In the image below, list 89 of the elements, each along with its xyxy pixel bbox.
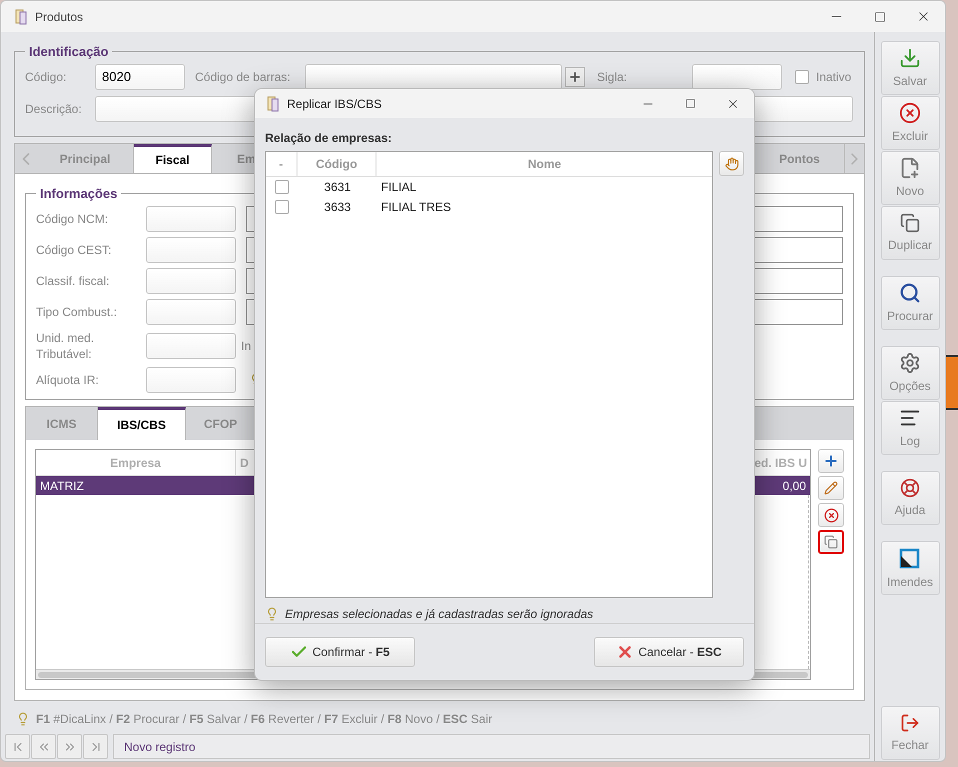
field-label: Código: bbox=[25, 68, 68, 86]
grid-action-button[interactable] bbox=[818, 530, 844, 554]
lifebuoy-icon bbox=[900, 478, 920, 498]
navigation-button[interactable] bbox=[5, 734, 30, 759]
field-label: Código de barras: bbox=[195, 68, 292, 86]
exit-icon bbox=[900, 712, 920, 732]
close-window-button[interactable]: Fechar bbox=[880, 706, 940, 760]
sigla-field[interactable] bbox=[692, 64, 782, 90]
document-icon bbox=[15, 8, 27, 24]
barcode-field[interactable] bbox=[305, 64, 562, 90]
field-label: Sigla: bbox=[597, 68, 628, 86]
toolbar-button[interactable]: Salvar bbox=[880, 41, 940, 95]
grid-action-button[interactable] bbox=[818, 476, 844, 500]
dialog-title: Replicar IBS/CBS bbox=[287, 96, 382, 113]
column-header: - bbox=[266, 152, 298, 176]
toolbar-button[interactable]: Excluir bbox=[880, 96, 940, 150]
checkbox[interactable] bbox=[275, 180, 289, 194]
text-field[interactable] bbox=[146, 366, 236, 392]
field-label: Alíquota IR: bbox=[36, 372, 100, 388]
window-title: Produtos bbox=[35, 8, 84, 26]
table-cell-text: FILIAL bbox=[380, 179, 418, 196]
plus-icon bbox=[568, 70, 582, 84]
group-title: Identificação bbox=[28, 43, 110, 61]
status-field: Novo registro bbox=[113, 734, 870, 759]
toolbar-button[interactable]: Ajuda bbox=[880, 471, 940, 525]
toolbar-button[interactable]: Duplicar bbox=[880, 206, 940, 260]
list-label: Relação de empresas: bbox=[265, 130, 393, 148]
toolbar-button[interactable]: Novo bbox=[880, 151, 940, 205]
add-button[interactable] bbox=[565, 66, 585, 86]
new-document-icon bbox=[899, 156, 921, 178]
checkbox[interactable] bbox=[795, 70, 809, 84]
toolbar-button[interactable]: Imendes bbox=[880, 541, 940, 595]
field-label: In bbox=[241, 338, 252, 354]
copy-icon bbox=[900, 212, 920, 232]
grid-action-button[interactable] bbox=[818, 503, 844, 527]
toolbar-button[interactable]: Procurar bbox=[880, 276, 940, 330]
table-cell-text: 3631 bbox=[323, 179, 352, 196]
column-header: Empresa bbox=[36, 450, 236, 475]
text-field[interactable] bbox=[146, 236, 236, 262]
search-icon bbox=[899, 282, 921, 304]
text-field[interactable] bbox=[146, 298, 236, 324]
group-title: Informações bbox=[39, 185, 118, 203]
table-cell-text: 0,00 bbox=[782, 478, 807, 494]
toolbar-button[interactable]: Log bbox=[880, 401, 940, 455]
table-cell-text: MATRIZ bbox=[39, 478, 84, 494]
field-label: Descrição: bbox=[25, 100, 83, 118]
field-label: Unid. med. Tributável: bbox=[36, 330, 96, 362]
text-field[interactable] bbox=[146, 206, 236, 232]
download-icon bbox=[899, 46, 921, 68]
shortcut-hint: F1 #DicaLinx / F2 Procurar / F5 Salvar / F6 Reverter / F7 Excluir / F8 Novo / ESC Sair bbox=[36, 711, 492, 728]
column-header: Nome bbox=[526, 156, 562, 174]
pencil-icon bbox=[824, 481, 838, 495]
column-header: D bbox=[239, 454, 250, 472]
lightbulb-icon bbox=[265, 607, 279, 622]
checkbox[interactable] bbox=[275, 200, 289, 214]
code-field[interactable]: 8020 bbox=[95, 64, 185, 90]
text-field[interactable] bbox=[146, 268, 236, 294]
tab[interactable]: Fiscal bbox=[134, 144, 212, 173]
hand-icon bbox=[724, 156, 739, 171]
field-label: Tipo Combust.: bbox=[36, 304, 118, 320]
delete-icon bbox=[824, 508, 838, 522]
navigation-button[interactable] bbox=[57, 734, 82, 759]
navigation-button[interactable] bbox=[31, 734, 56, 759]
confirm-button[interactable]: Confirmar - F5 bbox=[265, 637, 415, 668]
column-header: ed. IBS U bbox=[753, 454, 808, 472]
tab[interactable]: IBS/CBS bbox=[98, 407, 186, 440]
document-icon bbox=[267, 96, 279, 112]
delete-icon bbox=[899, 102, 921, 124]
field-label: Código NCM: bbox=[36, 210, 110, 226]
column-header: Código bbox=[298, 152, 377, 176]
field-label: Código CEST: bbox=[36, 242, 112, 258]
lightbulb-icon bbox=[16, 712, 30, 726]
maximize-icon[interactable] bbox=[685, 98, 696, 110]
background-window-edge bbox=[946, 355, 958, 410]
navigation-button[interactable] bbox=[83, 734, 108, 759]
maximize-icon[interactable] bbox=[874, 10, 886, 22]
hint-text: Empresas selecionadas e já cadastradas serão ignoradas bbox=[285, 606, 594, 624]
text-field[interactable] bbox=[146, 332, 236, 358]
copy-icon bbox=[824, 535, 838, 549]
toolbar-button[interactable]: Opções bbox=[880, 346, 940, 400]
table-cell-text: FILIAL TRES bbox=[380, 199, 452, 216]
plus-icon bbox=[823, 453, 839, 469]
gears-icon bbox=[899, 352, 921, 374]
cancel-button[interactable]: Cancelar - ESC bbox=[594, 637, 744, 668]
select-button[interactable] bbox=[719, 151, 744, 176]
grid-action-button[interactable] bbox=[818, 449, 844, 473]
checkbox-label: Inativo bbox=[816, 68, 852, 86]
field-label: Classif. fiscal: bbox=[36, 272, 110, 288]
table-cell-text: 3633 bbox=[323, 199, 352, 216]
